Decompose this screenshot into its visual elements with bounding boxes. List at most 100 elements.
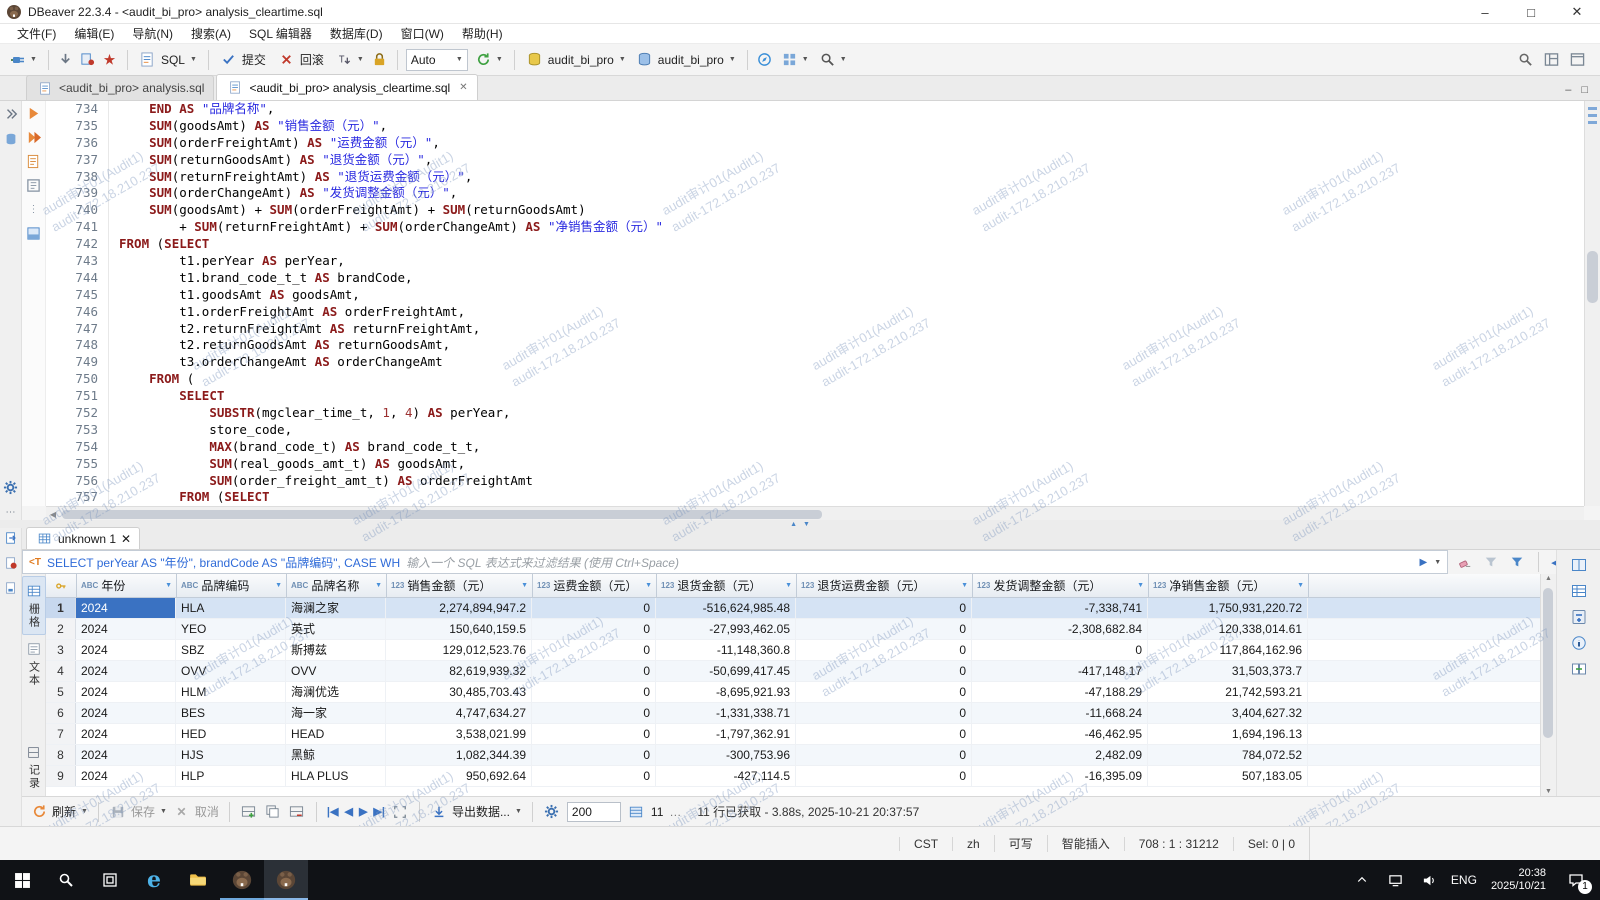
grid-cell[interactable]: 0 (796, 703, 972, 723)
grid-cell[interactable]: 30,485,703.43 (386, 682, 532, 702)
language-indicator[interactable]: ENG (1449, 860, 1479, 900)
tray-pc-icon[interactable] (1381, 860, 1411, 900)
grid-cell[interactable]: -50,699,417.45 (656, 661, 796, 681)
column-header[interactable]: 123退货运费金额（元）▼ (797, 574, 973, 597)
code-line-text[interactable]: t2.returnFreightAmt AS returnFreightAmt, (108, 321, 480, 338)
row-number[interactable]: 7 (46, 724, 76, 744)
execute-statement-icon[interactable] (25, 105, 42, 122)
file-explorer-icon[interactable] (176, 860, 220, 900)
previous-row-button[interactable]: ◀ (344, 805, 352, 818)
grid-cell[interactable]: HLM (176, 682, 286, 702)
scrollbar-thumb[interactable] (1543, 588, 1553, 738)
export-log-icon[interactable] (2, 529, 19, 546)
grid-cell[interactable]: 120,338,014.61 (1148, 619, 1308, 639)
row-number[interactable]: 2 (46, 619, 76, 639)
column-header[interactable]: 123退货金额（元）▼ (657, 574, 797, 597)
code-line-text[interactable]: t1.goodsAmt AS goodsAmt, (108, 287, 360, 304)
fetch-size-input[interactable]: 200 (567, 802, 621, 822)
grid-cell[interactable]: -427,114.5 (656, 766, 796, 786)
maximize-button[interactable]: □ (1508, 0, 1554, 24)
grid-cell[interactable]: -7,338,741 (972, 598, 1148, 618)
grid-cell[interactable]: -16,395.09 (972, 766, 1148, 786)
column-filter-icon[interactable]: ▼ (275, 582, 282, 589)
grid-cell[interactable]: 0 (972, 640, 1148, 660)
grid-cell[interactable]: 3,404,627.32 (1148, 703, 1308, 723)
table-row[interactable]: 22024YEO英式150,640,159.50-27,993,462.050-… (46, 619, 1540, 640)
tab-analysis-cleartime-sql[interactable]: <audit_bi_pro> analysis_cleartime.sql ✕ (216, 74, 477, 100)
grid-cell[interactable]: OVV (286, 661, 386, 681)
code-line-text[interactable]: SUM(orderChangeAmt) AS "发货调整金额（元）", (108, 185, 457, 202)
grid-cell[interactable]: 1,750,931,220.72 (1148, 598, 1308, 618)
grid-cell[interactable]: 0 (532, 724, 656, 744)
menu-item[interactable]: 数据库(D) (321, 25, 392, 42)
filter-settings-icon[interactable] (1508, 553, 1526, 571)
grid-vertical-scrollbar[interactable]: ▲ ▼ (1540, 574, 1556, 796)
scroll-up-icon[interactable]: ▲ (1541, 575, 1556, 582)
grid-cell[interactable]: 0 (796, 682, 972, 702)
filter-input[interactable]: <T SELECT perYear AS "年份", brandCode AS … (22, 550, 1448, 574)
grid-cell[interactable]: 2024 (76, 661, 176, 681)
grid-cell[interactable]: -516,624,985.48 (656, 598, 796, 618)
doc-error-icon[interactable] (2, 554, 19, 571)
code-line-text[interactable]: FROM ( (108, 371, 194, 388)
column-filter-icon[interactable]: ▼ (375, 582, 382, 589)
sql-code-editor[interactable]: 734 END AS "品牌名称",735 SUM(goodsAmt) AS "… (46, 101, 1584, 506)
code-line-text[interactable]: t1.brand_code_t_t AS brandCode, (108, 270, 413, 287)
code-line-text[interactable]: store_code, (108, 422, 292, 439)
grid-cell[interactable]: 0 (796, 661, 972, 681)
menu-item[interactable]: 窗口(W) (392, 25, 453, 42)
grid-cell[interactable]: 黑鲸 (286, 745, 386, 765)
grid-cell[interactable]: 斯搏兹 (286, 640, 386, 660)
menu-item[interactable]: 导航(N) (123, 25, 182, 42)
grid-cell[interactable]: 117,864,162.96 (1148, 640, 1308, 660)
row-number[interactable]: 4 (46, 661, 76, 681)
column-header[interactable]: 123发货调整金额（元）▼ (973, 574, 1149, 597)
grid-cell[interactable]: 0 (532, 766, 656, 786)
grid-cell[interactable]: 0 (796, 724, 972, 744)
grid-cell[interactable]: 0 (532, 640, 656, 660)
column-header[interactable]: ABC品牌名称▼ (287, 574, 387, 597)
column-filter-icon[interactable]: ▼ (1297, 582, 1304, 589)
code-line-text[interactable]: FROM (SELECT (108, 489, 270, 506)
menu-item[interactable]: 文件(F) (8, 25, 65, 42)
row-number[interactable]: 9 (46, 766, 76, 786)
delete-row-icon[interactable] (288, 803, 306, 821)
scrollbar-thumb[interactable] (62, 510, 822, 519)
grid-cell[interactable]: 31,503,373.7 (1148, 661, 1308, 681)
taskbar-clock[interactable]: 20:38 2025/10/21 (1483, 867, 1554, 893)
value-viewer-icon[interactable] (1570, 556, 1587, 573)
column-header[interactable]: ABC年份▼ (77, 574, 177, 597)
code-line-text[interactable]: SUM(orderFreightAmt) AS "运费金额（元）", (108, 135, 440, 152)
column-filter-icon[interactable]: ▼ (1137, 582, 1144, 589)
grid-cell[interactable]: 950,692.64 (386, 766, 532, 786)
tab-analysis-sql[interactable]: <audit_bi_pro> analysis.sql (26, 75, 214, 100)
edge-browser-icon[interactable]: e (132, 860, 176, 900)
menu-item[interactable]: SQL 编辑器 (240, 25, 321, 42)
gear-icon[interactable] (2, 479, 19, 496)
row-number[interactable]: 6 (46, 703, 76, 723)
last-row-button[interactable]: ▶| (373, 805, 385, 818)
dbeaver-taskbar-icon-active[interactable] (264, 860, 308, 900)
first-row-button[interactable]: |◀ (327, 805, 339, 818)
table-row[interactable]: 62024BES海一家4,747,634.270-1,331,338.710-1… (46, 703, 1540, 724)
refresh-results-button[interactable]: 刷新 ▼ (30, 803, 88, 821)
cancel-button[interactable]: 取消 (173, 803, 219, 821)
column-filter-icon[interactable]: ▼ (165, 582, 172, 589)
quick-search-icon[interactable] (1516, 51, 1534, 69)
grid-cell[interactable]: 507,183.05 (1148, 766, 1308, 786)
grid-cell[interactable]: 0 (532, 598, 656, 618)
focus-row-icon[interactable] (391, 803, 409, 821)
grid-cell[interactable]: 0 (532, 703, 656, 723)
rollback-button[interactable]: 回滚 (275, 49, 329, 71)
grid-cell[interactable]: -11,668.24 (972, 703, 1148, 723)
menu-item[interactable]: 编辑(E) (65, 25, 123, 42)
grid-cell[interactable]: HLP (176, 766, 286, 786)
minimize-view-icon[interactable] (1568, 51, 1586, 69)
grid-cell[interactable]: YEO (176, 619, 286, 639)
grid-cell[interactable]: 0 (796, 766, 972, 786)
grid-cell[interactable]: 0 (532, 661, 656, 681)
column-header[interactable]: ABC品牌编码▼ (177, 574, 287, 597)
grid-cell[interactable]: HEAD (286, 724, 386, 744)
grid-cell[interactable]: 784,072.52 (1148, 745, 1308, 765)
calc-panel-icon[interactable] (1570, 608, 1587, 625)
